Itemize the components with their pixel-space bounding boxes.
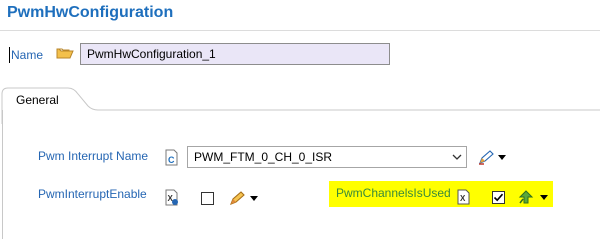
svg-text:C: C — [168, 155, 175, 165]
name-label: Name — [11, 48, 44, 62]
interrupt-enable-label: PwmInterruptEnable — [38, 187, 147, 201]
xdm-doc-icon: X — [457, 189, 470, 205]
svg-text:X: X — [460, 194, 466, 203]
edit-pencil-icon[interactable] — [228, 190, 246, 207]
config-doc-icon: C — [165, 149, 178, 166]
chevron-down-icon[interactable] — [452, 153, 462, 161]
calculated-value-icon[interactable] — [517, 189, 535, 206]
dropdown-arrow-icon[interactable] — [250, 196, 258, 201]
interrupt-name-combo[interactable]: PWM_FTM_0_CH_0_ISR — [187, 146, 467, 168]
interrupt-enable-checkbox[interactable] — [201, 192, 214, 205]
title-separator — [0, 30, 600, 31]
folder-icon[interactable] — [56, 46, 74, 60]
panel-left-edge — [2, 110, 3, 239]
check-icon — [493, 193, 504, 202]
page-title: PwmHwConfiguration — [7, 4, 174, 21]
name-caret — [9, 47, 10, 63]
xdm-doc-icon: X — [165, 189, 178, 206]
dropdown-arrow-icon[interactable] — [540, 195, 548, 200]
tab-general[interactable]: General — [16, 93, 59, 107]
interrupt-name-label: Pwm Interrupt Name — [38, 149, 149, 163]
dropdown-arrow-icon[interactable] — [498, 155, 506, 160]
tab-panel-border — [1, 87, 600, 124]
edit-pencil-icon[interactable] — [477, 149, 495, 166]
name-input[interactable]: PwmHwConfiguration_1 — [80, 43, 390, 65]
channels-used-label: PwmChannelsIsUsed — [336, 186, 451, 200]
interrupt-name-value: PWM_FTM_0_CH_0_ISR — [194, 150, 333, 164]
channels-used-checkbox[interactable] — [492, 191, 505, 204]
